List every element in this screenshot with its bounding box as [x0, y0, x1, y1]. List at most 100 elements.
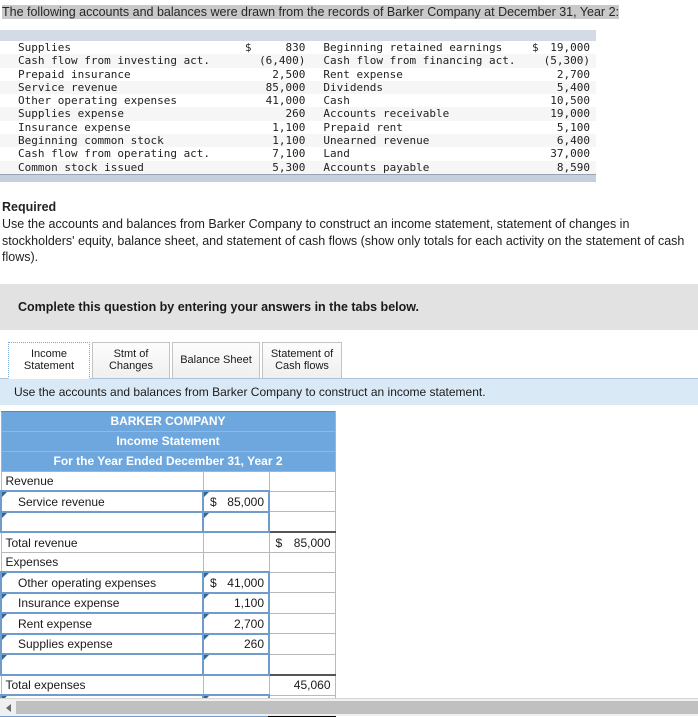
source-row-currency-left: [234, 107, 252, 121]
source-row-label-right: Accounts receivable: [315, 107, 521, 121]
tab-label: Income Statement: [23, 347, 75, 373]
source-row-value-right: 2,700: [556, 67, 590, 81]
required-heading: Required: [2, 199, 57, 214]
source-table-row: Beginning common stock 1,100 Unearned reve…: [0, 134, 596, 148]
source-table-row: Service revenue 85,000 Dividends 5,400: [0, 80, 596, 95]
tab-instruction-bar: Use the accounts and balances from Barke…: [0, 378, 698, 405]
source-row-value-left: 41,000: [265, 94, 306, 108]
source-row-currency-right: [520, 160, 539, 175]
is-row-label[interactable]: [0, 653, 204, 676]
source-row-currency-left: [235, 121, 252, 134]
question-prompt-text: The following accounts and balances were…: [2, 5, 619, 19]
is-row: Supplies expense 260: [0, 632, 336, 656]
is-amount-value: 41,000: [227, 575, 264, 590]
is-row-amount-total: $85,000: [268, 531, 336, 553]
source-row-label-right: Beginning retained earnings: [323, 41, 503, 54]
is-row-amount-detail: [202, 531, 270, 553]
source-table-bottom-band-cell: [0, 174, 596, 182]
source-row-currency-right: [521, 68, 539, 81]
source-row-currency-left: $: [244, 41, 252, 54]
is-row: Total expenses 45,060: [0, 673, 336, 696]
is-row-label: Total revenue: [0, 531, 204, 553]
complete-question-bar: Complete this question by entering your …: [0, 283, 698, 330]
is-row-amount-total: 45,060: [268, 673, 336, 696]
is-total-currency-symbol: $: [275, 535, 283, 550]
source-row-value-left: 260: [251, 107, 316, 121]
source-row-label-left: Cash flow from operating act.: [18, 147, 211, 161]
is-row: Revenue: [0, 470, 336, 492]
is-row-label[interactable]: Insurance expense: [0, 591, 204, 615]
source-table-row: Supplies $830 Beginning retained earnings $…: [0, 41, 596, 54]
is-row-amount-detail[interactable]: $85,000: [202, 490, 270, 513]
is-amount-value: 260: [243, 637, 264, 652]
source-row-label-right: Cash flow from financing act.: [315, 54, 521, 68]
source-table-top-band-cell: [0, 30, 596, 41]
source-row-currency-right: [521, 147, 539, 160]
source-row-value-right: (5,300): [538, 54, 596, 68]
source-row-value-right: 10,500: [550, 94, 590, 108]
source-table-row: Insurance expense 1,100 Prepaid rent 5,100: [0, 121, 596, 134]
is-row-amount-detail[interactable]: [202, 653, 270, 676]
source-table-row: Prepaid insurance 2,500 Rent expense 2,700: [0, 68, 596, 81]
source-table-bottom-band: [0, 174, 596, 182]
source-table-row: Supplies expense 260 Accounts receivable 19…: [0, 107, 596, 121]
source-row-value-right: 5,400: [538, 80, 596, 95]
source-row-value-right: 19,000: [538, 107, 596, 121]
source-row-label-right: Unearned revenue: [315, 134, 521, 148]
is-row-label[interactable]: [0, 510, 204, 534]
source-row-label-right: Land: [323, 147, 350, 161]
tab-statement-of-cash-flows[interactable]: Statement of Cash flows: [262, 341, 342, 378]
source-row-value-left: 5,300: [251, 160, 316, 175]
is-row-label: Expenses: [0, 551, 204, 573]
required-body: Use the accounts and balances from Barke…: [2, 217, 685, 265]
source-row-value-left: 2,500: [272, 67, 306, 81]
income-statement-body: BARKER COMPANY Income Statement For the …: [0, 410, 336, 717]
source-row-value-right: 19,000: [550, 41, 590, 54]
horizontal-scrollbar[interactable]: [0, 698, 698, 716]
is-row-label[interactable]: Other operating expenses: [0, 571, 204, 594]
source-row-currency-right: [520, 107, 539, 121]
is-row-amount-detail[interactable]: [202, 510, 270, 534]
is-row-amount-detail: [202, 470, 270, 492]
tab-stmt-of-changes[interactable]: Stmt of Changes: [92, 341, 170, 378]
source-row-label-left: Other operating expenses: [18, 94, 177, 108]
is-row-amount-detail[interactable]: 1,100: [202, 591, 270, 615]
source-row-currency-right: [520, 54, 539, 68]
is-row-amount-detail[interactable]: $41,000: [202, 571, 270, 594]
source-row-label-left: Cash flow from investing act.: [0, 54, 235, 68]
is-row-label[interactable]: Supplies expense: [0, 632, 204, 656]
source-row-currency-right: [521, 121, 539, 134]
source-data-table: Supplies $830 Beginning retained earnings $…: [0, 30, 596, 182]
source-table-row: Cash flow from investing act. (6,400) Cash…: [0, 54, 596, 68]
source-row-value-right: 6,400: [538, 134, 596, 148]
is-row: Insurance expense 1,100: [0, 591, 336, 615]
is-row-label: Total expenses: [0, 673, 204, 696]
scrollbar-thumb[interactable]: [16, 701, 698, 714]
is-currency-symbol: $: [210, 494, 217, 509]
source-row-label-left: Supplies expense: [0, 107, 235, 121]
source-table-row: Other operating expenses 41,000 Cash 10,500: [0, 94, 596, 107]
is-row-label[interactable]: Rent expense: [0, 612, 204, 635]
is-row-amount-total: [268, 551, 336, 573]
source-row-label-left: Prepaid insurance: [18, 67, 131, 81]
source-row-value-right: 5,100: [556, 120, 590, 134]
required-section: Required Use the accounts and balances f…: [2, 199, 692, 266]
is-row-amount-detail: [202, 551, 270, 573]
source-row-label-right: Prepaid rent: [323, 120, 403, 134]
source-row-currency-left: [235, 147, 252, 160]
is-header-period-row: For the Year Ended December 31, Year 2: [0, 450, 336, 472]
is-amount-value: 85,000: [227, 494, 264, 509]
is-row-label: Revenue: [0, 470, 204, 492]
is-row-amount-total: [268, 612, 336, 635]
is-row-label[interactable]: Service revenue: [0, 490, 204, 513]
is-currency-symbol: $: [210, 575, 217, 590]
is-header-company-row: BARKER COMPANY: [0, 410, 336, 432]
tab-income-statement[interactable]: Income Statement: [8, 341, 90, 379]
tab-balance-sheet[interactable]: Balance Sheet: [172, 341, 260, 378]
is-row-amount-detail[interactable]: 260: [202, 632, 270, 656]
is-header-title: Income Statement: [0, 430, 336, 452]
income-statement-table: BARKER COMPANY Income Statement For the …: [0, 410, 336, 717]
scroll-left-arrow-icon[interactable]: [0, 699, 16, 716]
is-header-period: For the Year Ended December 31, Year 2: [0, 450, 336, 472]
is-row-amount-detail[interactable]: 2,700: [202, 612, 270, 635]
